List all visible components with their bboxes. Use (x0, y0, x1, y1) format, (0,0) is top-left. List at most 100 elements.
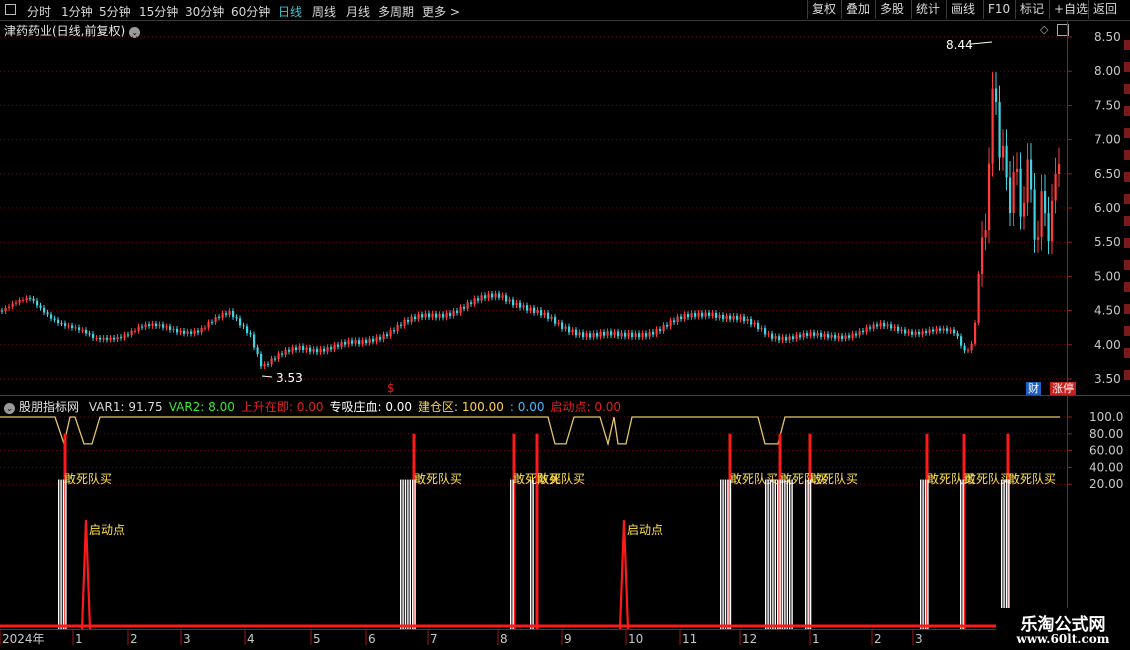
candle-body (641, 333, 644, 338)
white-signal-bar (400, 479, 402, 629)
candle-body (211, 322, 214, 324)
candle-body (806, 333, 809, 336)
candle-body (767, 333, 770, 335)
white-signal-bar (404, 479, 407, 629)
low-price-label: 3.53 (276, 371, 303, 385)
candle-body (347, 340, 350, 345)
candle-body (123, 334, 126, 338)
candle-body (956, 333, 959, 337)
white-signal-bar (781, 479, 784, 629)
candle-body (662, 324, 665, 332)
candle-body (1058, 164, 1061, 175)
candle-body (463, 306, 466, 309)
buy-signal-label: 敢死队买 (537, 471, 585, 486)
white-signal-bar (58, 479, 60, 629)
limit-up-badge[interactable]: 涨停 (1050, 382, 1076, 395)
candle-body (288, 349, 291, 352)
candle-body (71, 325, 74, 328)
candle-body (809, 332, 812, 336)
indicator-value-2: 上升在即: 0.00 (240, 400, 324, 414)
candle-body (466, 302, 469, 309)
candle-body (1040, 191, 1043, 238)
finance-badge[interactable]: 财 (1026, 382, 1041, 395)
date-label: 2 (874, 632, 882, 646)
candle-body (753, 323, 756, 325)
candle-body (631, 332, 634, 337)
candle-body (193, 330, 196, 334)
white-signal-bar (60, 479, 62, 629)
white-signal-bar (779, 479, 781, 629)
candle-body (834, 334, 837, 339)
candle-body (984, 230, 987, 238)
candle-body (396, 324, 399, 332)
candle-body (36, 300, 39, 306)
axis-edge-mark (1124, 150, 1130, 160)
candle-body (732, 315, 735, 320)
candle-body (190, 331, 193, 334)
white-signal-bar (769, 479, 772, 629)
candle-body (309, 347, 312, 352)
candle-body (816, 332, 819, 336)
candle-body (144, 324, 147, 328)
candle-body (417, 314, 420, 320)
candle-body (687, 314, 690, 318)
candle-body (802, 333, 805, 338)
candle-body (263, 363, 266, 367)
date-label: 3 (183, 632, 191, 646)
candle-body (680, 316, 683, 320)
candle-body (939, 328, 942, 331)
candle-body (501, 295, 504, 298)
candle-body (403, 320, 406, 326)
candle-body (543, 312, 546, 316)
candle-body (393, 330, 396, 332)
candle-body (337, 344, 340, 347)
candle-body (900, 329, 903, 332)
chevron-down-icon[interactable]: ⌄ (4, 403, 15, 414)
candle-body (372, 338, 375, 342)
white-signal-bar (512, 479, 514, 629)
indicator-value-4: 建仓区: 100.00 (418, 400, 504, 414)
candle-body (830, 334, 833, 338)
ind-tick-label: 100.0 (1089, 410, 1123, 424)
indicator-value-0: VAR1: 91.75 (88, 400, 163, 414)
candle-body (459, 306, 462, 313)
candle-body (907, 331, 910, 334)
candle-body (260, 353, 263, 367)
white-signal-bar (791, 479, 793, 629)
candle-body (64, 323, 67, 326)
indicator-value-3: 专吸庄血: 0.00 (329, 400, 413, 414)
candle-body (578, 332, 581, 336)
price-tick-label: 5.00 (1094, 269, 1121, 283)
ind-tick-label: 80.00 (1089, 427, 1123, 441)
candle-body (162, 324, 165, 328)
candle-body (1016, 168, 1019, 173)
white-signal-bar (1001, 479, 1003, 629)
white-signal-bar (722, 479, 724, 629)
indicator-header: ⌄ 股朋指标网 VAR1: 91.75 VAR2: 8.00 上升在即: 0.00 专吸… (4, 398, 633, 415)
indicator-name[interactable]: 股朋指标网 (19, 400, 79, 414)
candle-body (739, 316, 742, 320)
white-signal-bar (412, 479, 414, 629)
candle-body (911, 331, 914, 335)
var1-line (0, 416, 1060, 447)
candle-body (946, 328, 949, 332)
price-tick-label: 5.50 (1094, 235, 1121, 249)
candle-body (316, 348, 319, 353)
chart-canvas[interactable]: 8.50 8.00 7.50 7.00 6.50 6.00 5.50 5.00 4.50 4.00… (0, 0, 1130, 650)
candle-body (88, 333, 91, 335)
candle-body (333, 344, 336, 350)
candle-body (879, 322, 882, 327)
candle-body (1009, 177, 1012, 214)
date-label: 8 (500, 632, 508, 646)
candle-body (774, 336, 777, 339)
candle-body (697, 312, 700, 317)
candle-body (743, 316, 746, 322)
buy-signal-label: 敢死队买 (810, 471, 858, 486)
candle-body (568, 326, 571, 333)
candle-body (666, 324, 669, 327)
candle-body (470, 302, 473, 305)
candle-body (375, 337, 378, 342)
candle-body (935, 328, 938, 332)
candle-body (498, 293, 501, 298)
white-signal-bar (510, 479, 512, 629)
